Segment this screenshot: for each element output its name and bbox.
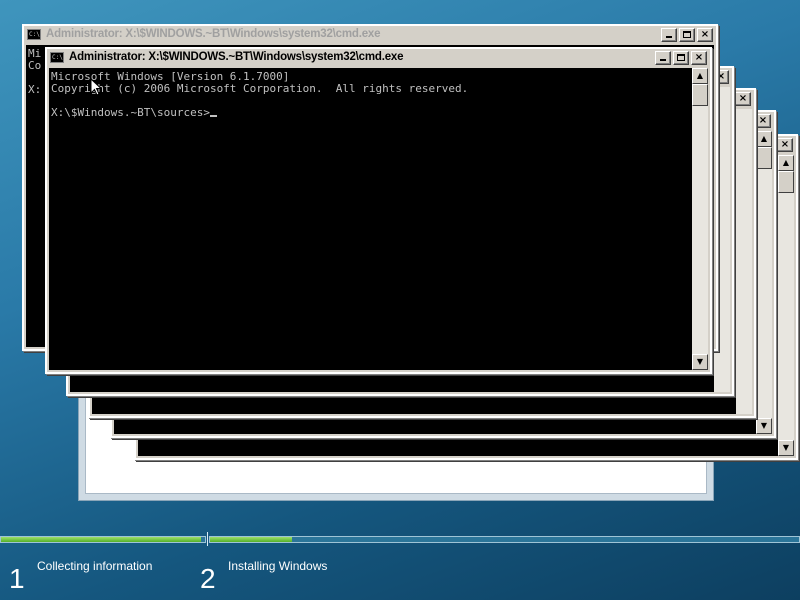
vertical-scrollbar[interactable] <box>736 109 752 414</box>
progress-bar-step-1 <box>0 536 206 543</box>
vertical-scrollbar[interactable]: ▲ ▼ <box>756 131 772 434</box>
text-cursor <box>209 115 217 117</box>
progress-fill-step-2 <box>210 537 293 542</box>
step-label-1: Collecting information <box>37 559 153 573</box>
close-button[interactable]: × <box>755 114 771 128</box>
console-area[interactable]: Microsoft Windows [Version 6.1.7000] Cop… <box>49 68 692 370</box>
scroll-thumb[interactable] <box>692 84 708 106</box>
scroll-down-arrow-icon[interactable]: ▼ <box>756 418 772 434</box>
console-line: Copyright (c) 2006 Microsoft Corporation… <box>51 82 469 95</box>
scroll-down-arrow-icon[interactable]: ▼ <box>692 354 708 370</box>
progress-divider <box>207 532 208 546</box>
console-output: Microsoft Windows [Version 6.1.7000] Cop… <box>49 68 692 119</box>
scroll-thumb[interactable] <box>778 171 794 193</box>
cmd-window-active[interactable]: C:\ Administrator: X:\$WINDOWS.~BT\Windo… <box>45 47 712 374</box>
minimize-button[interactable] <box>655 51 671 65</box>
window-title: Administrator: X:\$WINDOWS.~BT\Windows\s… <box>69 51 404 63</box>
scroll-up-arrow-icon[interactable]: ▲ <box>778 155 794 171</box>
maximize-button[interactable] <box>679 28 695 42</box>
cmd-icon: C:\ <box>50 52 64 63</box>
close-button[interactable]: × <box>735 92 751 106</box>
title-bar[interactable]: C:\ Administrator: X:\$WINDOWS.~BT\Windo… <box>47 49 710 68</box>
step-label-2: Installing Windows <box>228 559 328 573</box>
step-number-1: 1 <box>9 563 25 594</box>
title-bar[interactable]: C:\ Administrator: X:\$WINDOWS.~BT\Windo… <box>24 26 716 45</box>
mouse-pointer-icon <box>90 78 102 96</box>
progress-fill-step-1 <box>1 537 201 542</box>
close-button[interactable]: × <box>777 138 793 152</box>
minimize-button[interactable] <box>661 28 677 42</box>
scroll-up-arrow-icon[interactable]: ▲ <box>692 68 708 84</box>
cmd-icon: C:\ <box>27 29 41 40</box>
window-title: Administrator: X:\$WINDOWS.~BT\Windows\s… <box>46 28 381 40</box>
vertical-scrollbar[interactable]: ▲ ▼ <box>778 155 794 456</box>
step-number-2: 2 <box>200 563 216 594</box>
close-button[interactable]: × <box>697 28 713 42</box>
progress-bar-step-2 <box>209 536 800 543</box>
vertical-scrollbar[interactable]: ▲ ▼ <box>692 68 708 370</box>
scroll-up-arrow-icon[interactable]: ▲ <box>756 131 772 147</box>
scroll-down-arrow-icon[interactable]: ▼ <box>778 440 794 456</box>
command-prompt: X:\$Windows.~BT\sources> <box>51 106 210 119</box>
scroll-thumb[interactable] <box>756 147 772 169</box>
maximize-button[interactable] <box>673 51 689 65</box>
close-button[interactable]: × <box>691 51 707 65</box>
